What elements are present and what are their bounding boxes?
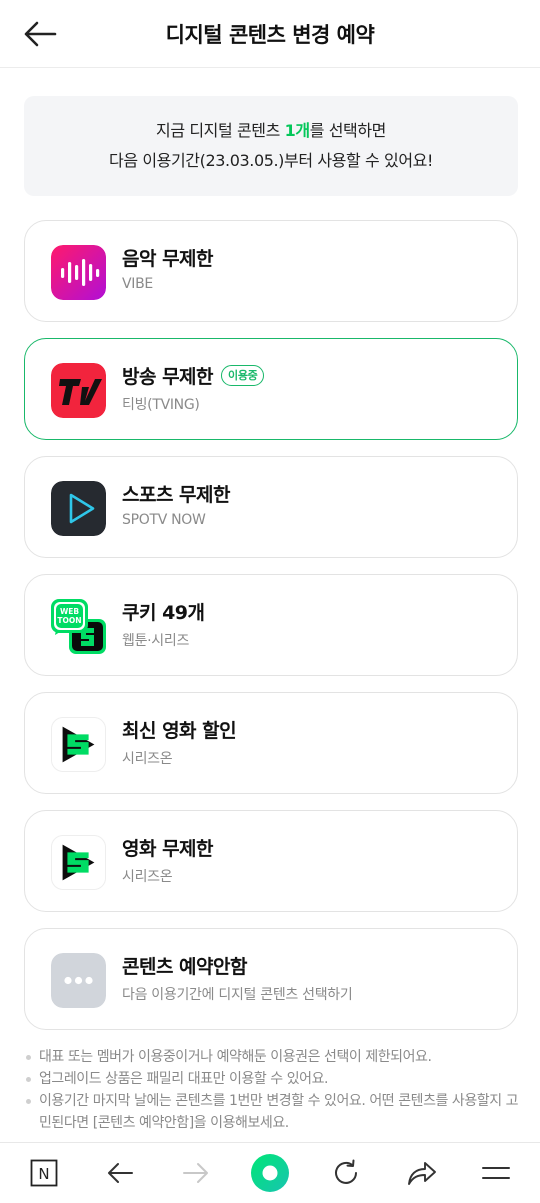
green-circle-icon [251,1154,289,1192]
notice-line-2: 다음 이용기간(23.03.05.)부터 사용할 수 있어요! [109,151,433,170]
header: 디지털 콘텐츠 변경 예약 [0,0,540,68]
browser-back-button[interactable] [100,1153,140,1193]
notice-highlight: 1개 [284,121,310,140]
option-subtitle: VIBE [122,276,153,292]
green-dot-button[interactable] [250,1153,290,1193]
option-subtitle: 다음 이용기간에 디지털 콘텐츠 선택하기 [122,987,353,1003]
webtoon-series-icon: WEB TOON [51,599,106,654]
back-arrow-icon [108,1163,133,1183]
option-title: 쿠키 49개 [122,602,205,624]
menu-button[interactable] [476,1153,516,1193]
notice-text: 지금 디지털 콘텐츠 [156,121,285,140]
option-card-movie-discount[interactable]: 최신 영화 할인 시리즈온 [24,692,518,794]
spotv-now-icon [51,481,106,536]
option-subtitle: 시리즈온 [122,869,173,885]
forward-arrow-icon [183,1163,208,1183]
vibe-icon [51,245,106,300]
notice-box: 지금 디지털 콘텐츠 1개를 선택하면 다음 이용기간(23.03.05.)부터… [24,96,518,196]
naver-home-icon: N [30,1159,58,1187]
note-item: 이용기간 마지막 날에는 콘텐츠를 1번만 변경할 수 있어요. 어떤 콘텐츠를… [24,1090,524,1134]
menu-icon [482,1167,510,1179]
share-button[interactable] [402,1153,442,1193]
svg-text:TOON: TOON [57,616,81,625]
arrow-left-icon [24,21,57,47]
page-title: 디지털 콘텐츠 변경 예약 [165,22,375,47]
note-item: 대표 또는 멤버가 이용중이거나 예약해둔 이용권은 선택이 제한되어요. [24,1046,524,1068]
notice-text: 를 선택하면 [309,121,387,140]
series-on-icon [51,717,106,772]
bottom-nav-bar: N [0,1142,540,1203]
notice-line-1: 지금 디지털 콘텐츠 1개를 선택하면 [156,120,386,142]
browser-forward-button[interactable] [176,1153,216,1193]
tving-icon [51,363,106,418]
option-title: 음악 무제한 [122,248,214,270]
option-title: 최신 영화 할인 [122,720,237,742]
option-title: 콘텐츠 예약안함 [122,956,247,978]
option-card-sports[interactable]: 스포츠 무제한 SPOTV NOW [24,456,518,558]
option-subtitle: 웹툰·시리즈 [122,633,190,649]
more-dots-icon [51,953,106,1008]
refresh-button[interactable] [326,1153,366,1193]
option-title-text: 방송 무제한 [122,366,214,388]
svg-text:N: N [38,1165,49,1183]
option-card-music[interactable]: 음악 무제한 VIBE [24,220,518,322]
series-on-icon [51,835,106,890]
option-subtitle: SPOTV NOW [122,512,206,528]
option-title: 방송 무제한 이용중 [122,362,265,389]
option-card-no-reservation[interactable]: 콘텐츠 예약안함 다음 이용기간에 디지털 콘텐츠 선택하기 [24,928,518,1030]
share-icon [408,1162,436,1185]
option-title: 스포츠 무제한 [122,484,231,506]
option-subtitle: 티빙(TVING) [122,397,200,413]
option-title: 영화 무제한 [122,838,214,860]
in-use-badge: 이용중 [221,365,265,386]
option-subtitle: 시리즈온 [122,751,173,767]
svg-text:WEB: WEB [60,607,79,616]
back-button[interactable] [20,14,60,54]
naver-home-button[interactable]: N [24,1153,64,1193]
option-card-movie-unlimited[interactable]: 영화 무제한 시리즈온 [24,810,518,912]
notes-list: 대표 또는 멤버가 이용중이거나 예약해둔 이용권은 선택이 제한되어요. 업그… [24,1046,524,1134]
note-item: 업그레이드 상품은 패밀리 대표만 이용할 수 있어요. [24,1068,524,1090]
option-card-cookies[interactable]: WEB TOON 쿠키 49개 웹툰·시리즈 [24,574,518,676]
option-card-broadcast[interactable]: 방송 무제한 이용중 티빙(TVING) [24,338,518,440]
refresh-icon [335,1159,357,1184]
